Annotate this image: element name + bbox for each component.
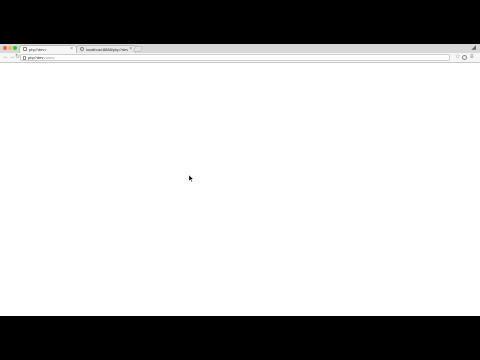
close-tab-icon[interactable]: × bbox=[70, 46, 73, 53]
tab-title: localhost:8888/php?dev= bbox=[86, 47, 128, 52]
tab-inactive[interactable]: localhost:8888/php?dev= × bbox=[76, 45, 136, 53]
browser-toolbar: ← → ↻ php?dev=www ☆ ≡ bbox=[0, 53, 480, 63]
address-bar[interactable]: php?dev=www bbox=[20, 54, 450, 61]
tab-active[interactable]: php?dev= × bbox=[19, 45, 77, 53]
tab-title: php?dev= bbox=[29, 47, 47, 52]
close-window-button[interactable] bbox=[3, 46, 7, 50]
mouse-cursor-icon bbox=[189, 175, 194, 182]
minimize-window-button[interactable] bbox=[8, 46, 12, 50]
menu-icon[interactable]: ≡ bbox=[470, 53, 474, 62]
page-icon bbox=[23, 56, 26, 60]
extension-icon[interactable] bbox=[462, 55, 467, 60]
maximize-window-button[interactable] bbox=[13, 46, 17, 50]
url-path: =www bbox=[43, 55, 55, 60]
close-tab-icon[interactable]: × bbox=[129, 46, 132, 53]
page-icon bbox=[23, 47, 27, 51]
browser-window: php?dev= × localhost:8888/php?dev= × ◢ ←… bbox=[0, 44, 480, 316]
page-content bbox=[0, 63, 480, 316]
url-host: php?dev bbox=[28, 55, 44, 60]
bookmark-star-icon[interactable]: ☆ bbox=[455, 53, 460, 62]
page-icon bbox=[80, 47, 84, 51]
new-tab-button[interactable] bbox=[132, 46, 144, 52]
url-text: php?dev=www bbox=[28, 55, 54, 60]
profile-icon[interactable]: ◢ bbox=[471, 45, 476, 52]
